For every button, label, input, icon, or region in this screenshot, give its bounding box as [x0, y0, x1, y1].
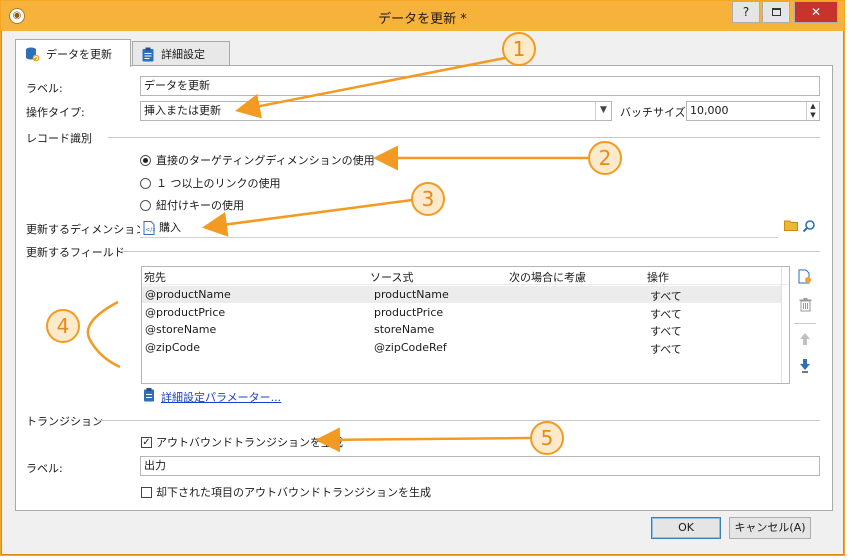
- tab-update-data[interactable]: データを更新: [15, 39, 131, 67]
- annotation-1: 1: [502, 32, 536, 66]
- annotation-2: 2: [588, 141, 622, 175]
- annotation-3: 3: [411, 182, 445, 216]
- annotation-4: 4: [46, 309, 80, 343]
- tab-update-data-label: データを更新: [46, 47, 112, 61]
- annotation-arrows: [86, 56, 588, 453]
- annotation-5: 5: [530, 421, 564, 455]
- database-update-icon: [26, 47, 40, 61]
